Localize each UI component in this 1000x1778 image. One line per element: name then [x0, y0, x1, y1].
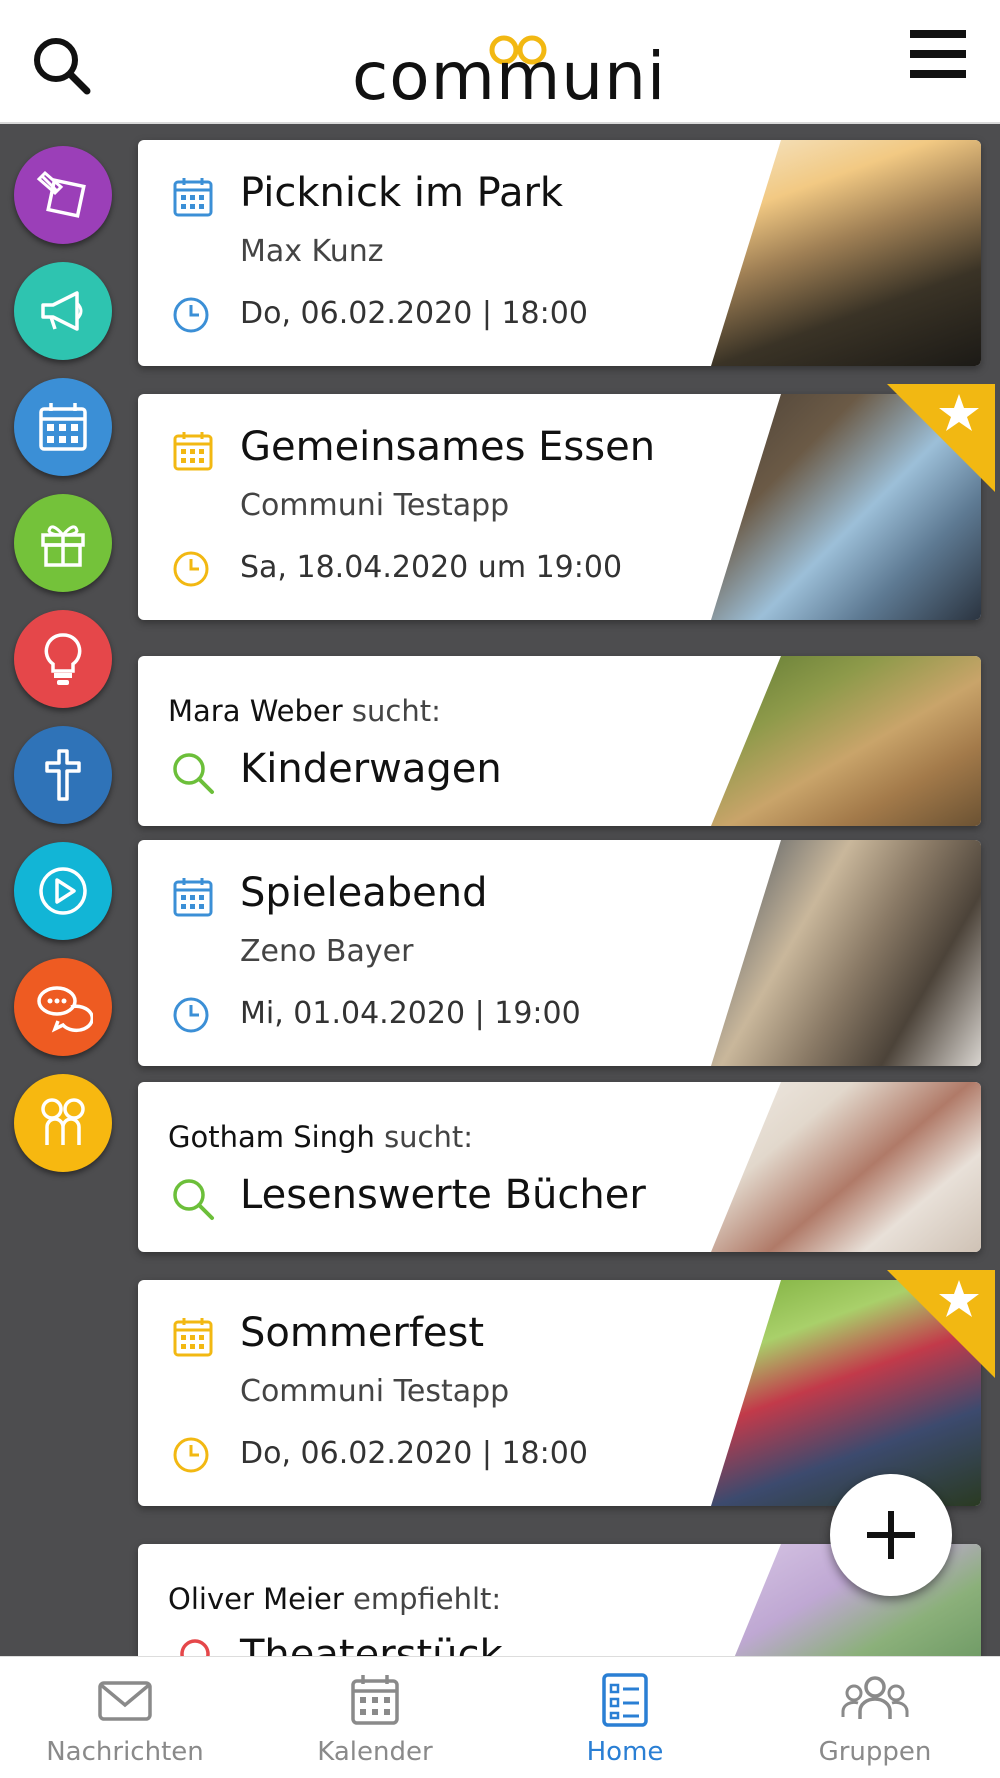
calendar-icon	[173, 178, 213, 217]
app-logo: communi	[352, 24, 665, 114]
event-time: Sa, 18.04.2020 um 19:00	[240, 550, 623, 585]
recommend-author: Oliver Meier	[168, 1582, 344, 1616]
event-image	[711, 840, 981, 1066]
search-icon[interactable]	[30, 34, 94, 98]
play-icon	[39, 867, 87, 915]
lightbulb-icon	[44, 633, 82, 685]
featured-star-icon	[887, 1270, 995, 1378]
event-title: Picknick im Park	[240, 170, 564, 216]
clock-icon	[173, 1437, 209, 1473]
event-image	[711, 140, 981, 366]
recommend-verb: empfiehlt:	[353, 1582, 502, 1616]
rail-community-button[interactable]	[14, 1074, 112, 1172]
rail-pinboard-button[interactable]	[14, 146, 112, 244]
nav-groups-label: Gruppen	[818, 1737, 932, 1767]
calendar-icon	[173, 1318, 213, 1357]
nav-home[interactable]: Home	[500, 1657, 750, 1778]
heart-pin-icon	[180, 1639, 210, 1656]
event-card[interactable]: Spieleabend Zeno Bayer Mi, 01.04.2020 | …	[138, 840, 981, 1066]
calendar-icon	[39, 403, 87, 451]
rail-gifts-button[interactable]	[14, 494, 112, 592]
rail-ideas-button[interactable]	[14, 610, 112, 708]
featured-star-icon	[887, 384, 995, 492]
communi-people-icon	[41, 1098, 85, 1145]
hamburger-menu-icon[interactable]	[908, 28, 968, 80]
recommend-author-line: Oliver Meier empfiehlt:	[168, 1582, 501, 1616]
event-organizer: Communi Testapp	[240, 488, 510, 523]
search-icon	[173, 1179, 214, 1220]
search-icon	[173, 753, 214, 794]
event-time: Mi, 01.04.2020 | 19:00	[240, 996, 581, 1031]
chat-bubbles-icon	[37, 986, 93, 1033]
search-title: Lesenswerte Bücher	[240, 1172, 646, 1218]
event-organizer: Max Kunz	[240, 234, 384, 269]
search-card[interactable]: Mara Weber sucht: Kinderwagen	[138, 656, 981, 826]
nav-home-label: Home	[586, 1737, 664, 1767]
event-title: Gemeinsames Essen	[240, 424, 656, 470]
nav-calendar[interactable]: Kalender	[250, 1657, 500, 1778]
rail-chat-button[interactable]	[14, 958, 112, 1056]
calendar-icon	[173, 432, 213, 471]
pin-note-icon	[36, 170, 86, 218]
search-image	[711, 656, 981, 826]
event-time: Do, 06.02.2020 | 18:00	[240, 1436, 588, 1471]
event-organizer: Zeno Bayer	[240, 934, 414, 969]
event-time: Do, 06.02.2020 | 18:00	[240, 296, 588, 331]
rail-church-button[interactable]	[14, 726, 112, 824]
clock-icon	[173, 297, 209, 333]
recommend-title: Theaterstück	[240, 1632, 503, 1656]
search-author-line: Gotham Singh sucht:	[168, 1120, 473, 1154]
plus-icon	[867, 1511, 915, 1559]
event-title: Sommerfest	[240, 1310, 485, 1356]
nav-messages[interactable]: Nachrichten	[0, 1657, 250, 1778]
rail-announcements-button[interactable]	[14, 262, 112, 360]
event-card[interactable]: Sommerfest Communi Testapp Do, 06.02.202…	[138, 1270, 995, 1506]
event-organizer: Communi Testapp	[240, 1374, 510, 1409]
app-header: communi	[0, 0, 1000, 124]
search-verb: sucht:	[351, 694, 441, 728]
search-author: Gotham Singh	[168, 1120, 375, 1154]
search-title: Kinderwagen	[240, 746, 502, 792]
megaphone-icon	[41, 291, 83, 331]
group-icon	[841, 1676, 909, 1719]
nav-calendar-label: Kalender	[317, 1737, 433, 1767]
home-feed: Picknick im Park Max Kunz Do, 06.02.2020…	[0, 126, 1000, 1656]
envelope-icon	[98, 1681, 152, 1721]
search-card[interactable]: Gotham Singh sucht: Lesenswerte Bücher	[138, 1082, 981, 1252]
event-card[interactable]: Picknick im Park Max Kunz Do, 06.02.2020…	[138, 140, 981, 366]
category-rail	[0, 126, 126, 1656]
calendar-icon	[173, 878, 213, 917]
add-post-button[interactable]	[830, 1474, 952, 1596]
event-card[interactable]: Gemeinsames Essen Communi Testapp Sa, 18…	[138, 384, 995, 620]
home-list-icon	[602, 1673, 648, 1727]
logo-text: communi	[352, 38, 667, 115]
clock-icon	[173, 997, 209, 1033]
nav-messages-label: Nachrichten	[46, 1737, 204, 1767]
search-image	[711, 1082, 981, 1252]
search-author: Mara Weber	[168, 694, 343, 728]
search-author-line: Mara Weber sucht:	[168, 694, 441, 728]
event-title: Spieleabend	[240, 870, 488, 916]
cross-icon	[45, 749, 81, 801]
rail-events-button[interactable]	[14, 378, 112, 476]
bottom-navigation: Nachrichten Kalender Home Gruppen	[0, 1656, 1000, 1778]
gift-icon	[41, 525, 85, 567]
nav-groups[interactable]: Gruppen	[750, 1657, 1000, 1778]
calendar-icon	[351, 1675, 399, 1725]
clock-icon	[173, 551, 209, 587]
search-verb: sucht:	[384, 1120, 474, 1154]
rail-media-button[interactable]	[14, 842, 112, 940]
